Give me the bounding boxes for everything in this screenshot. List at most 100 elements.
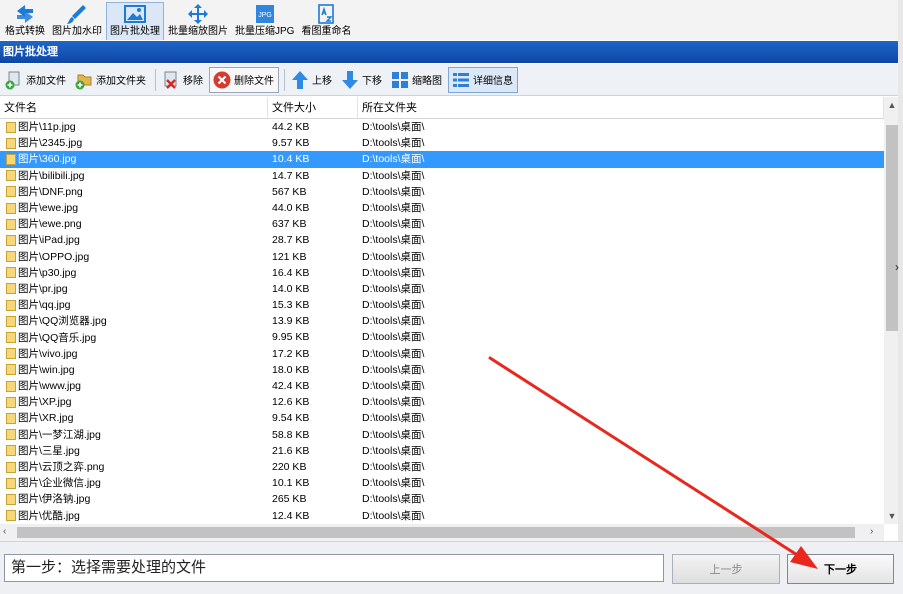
column-header-filename[interactable]: 文件名 xyxy=(0,97,268,119)
folder-cell: D:\tools\桌面\ xyxy=(362,444,425,457)
table-row[interactable]: 图片\ewe.jpg 44.0 KB D:\tools\桌面\ xyxy=(0,200,884,216)
horizontal-scrollbar[interactable]: ‹ › xyxy=(0,524,884,541)
thumbnail-label: 缩略图 xyxy=(412,76,442,87)
file-size-cell: 21.6 KB xyxy=(272,444,310,457)
jpg-badge: JPG xyxy=(258,12,272,19)
tool-label: 批量压缩JPG xyxy=(235,26,295,37)
add-file-button[interactable]: 添加文件 xyxy=(2,67,70,93)
file-size-cell: 15.3 KB xyxy=(272,299,310,312)
table-row[interactable]: 图片\云顶之弈.png 220 KB D:\tools\桌面\ xyxy=(0,459,884,475)
details-view-button[interactable]: 详细信息 xyxy=(448,66,518,93)
image-file-icon xyxy=(6,332,16,344)
tool-format-convert[interactable]: 格式转换 xyxy=(2,2,48,40)
grid-icon xyxy=(392,71,408,88)
file-name-cell: 图片\pr.jpg xyxy=(0,281,268,297)
column-header-row: 文件名 文件大小 所在文件夹 xyxy=(0,97,884,119)
move-down-button[interactable]: 下移 xyxy=(338,67,386,93)
file-name-cell: 图片\QQ浏览器.jpg xyxy=(0,313,268,329)
file-size-cell: 10.4 KB xyxy=(272,153,310,166)
table-row[interactable]: 图片\QQ音乐.jpg 9.95 KB D:\tools\桌面\ xyxy=(0,329,884,345)
file-size-cell: 28.7 KB xyxy=(272,234,310,247)
previous-step-button[interactable]: 上一步 xyxy=(672,554,780,584)
arrow-up-icon xyxy=(292,70,308,89)
file-size-cell: 9.95 KB xyxy=(272,331,310,344)
table-row[interactable]: 图片\11p.jpg 44.2 KB D:\tools\桌面\ xyxy=(0,119,884,135)
folder-cell: D:\tools\桌面\ xyxy=(362,299,425,312)
table-row[interactable]: 图片\XR.jpg 9.54 KB D:\tools\桌面\ xyxy=(0,410,884,426)
file-name: 图片\iPad.jpg xyxy=(18,234,80,247)
horizontal-scroll-thumb[interactable] xyxy=(17,527,855,538)
thumbnail-view-button[interactable]: 缩略图 xyxy=(388,67,446,93)
file-name-cell: 图片\一梦江湖.jpg xyxy=(0,427,268,443)
file-name: 图片\bilibili.jpg xyxy=(18,169,85,182)
folder-cell: D:\tools\桌面\ xyxy=(362,201,425,214)
tool-watermark[interactable]: 图片加水印 xyxy=(49,2,105,40)
table-row[interactable]: 图片\win.jpg 18.0 KB D:\tools\桌面\ xyxy=(0,362,884,378)
file-size-cell: 265 KB xyxy=(272,493,307,506)
file-name: 图片\DNF.png xyxy=(18,185,83,198)
file-name: 图片\XP.jpg xyxy=(18,396,72,409)
image-icon xyxy=(124,5,146,23)
scroll-left-icon[interactable]: ‹ xyxy=(3,526,6,537)
image-file-icon xyxy=(6,218,16,230)
file-name-cell: 图片\vivo.jpg xyxy=(0,346,268,362)
table-row[interactable]: 图片\vivo.jpg 17.2 KB D:\tools\桌面\ xyxy=(0,346,884,362)
table-row[interactable]: 图片\企业微信.jpg 10.1 KB D:\tools\桌面\ xyxy=(0,475,884,491)
image-file-icon xyxy=(6,396,16,408)
table-row[interactable]: 图片\p30.jpg 16.4 KB D:\tools\桌面\ xyxy=(0,265,884,281)
tool-rename[interactable]: 看图重命名 xyxy=(298,2,354,40)
table-row[interactable]: 图片\QQ浏览器.jpg 13.9 KB D:\tools\桌面\ xyxy=(0,313,884,329)
file-name-cell: 图片\win.jpg xyxy=(0,362,268,378)
table-row[interactable]: 图片\优酷.jpg 12.4 KB D:\tools\桌面\ xyxy=(0,508,884,524)
folder-cell: D:\tools\桌面\ xyxy=(362,218,425,231)
next-step-button[interactable]: 下一步 xyxy=(787,554,894,584)
column-header-filesize[interactable]: 文件大小 xyxy=(268,97,358,119)
wizard-footer: 第一步：选择需要处理的文件 上一步 下一步 xyxy=(0,541,903,594)
move-up-button[interactable]: 上移 xyxy=(288,67,336,93)
table-row[interactable]: 图片\ewe.png 637 KB D:\tools\桌面\ xyxy=(0,216,884,232)
image-file-icon xyxy=(6,315,16,327)
window-title: 图片批处理 xyxy=(0,41,903,63)
table-row[interactable]: 图片\iPad.jpg 28.7 KB D:\tools\桌面\ xyxy=(0,232,884,248)
table-row[interactable]: 图片\www.jpg 42.4 KB D:\tools\桌面\ xyxy=(0,378,884,394)
tool-batch-resize[interactable]: 批量缩放图片 xyxy=(165,2,231,40)
table-row[interactable]: 图片\三星.jpg 21.6 KB D:\tools\桌面\ xyxy=(0,443,884,459)
tool-batch-process[interactable]: 图片批处理 xyxy=(106,2,164,40)
delete-file-button[interactable]: 删除文件 xyxy=(209,66,279,93)
image-file-icon xyxy=(6,202,16,214)
table-row[interactable]: 图片\2345.jpg 9.57 KB D:\tools\桌面\ xyxy=(0,135,884,151)
table-row[interactable]: 图片\伊洛钠.jpg 265 KB D:\tools\桌面\ xyxy=(0,491,884,507)
file-list: 文件名 文件大小 所在文件夹 图片\11p.jpg 44.2 KB D:\tools… xyxy=(0,97,903,541)
folder-cell: D:\tools\桌面\ xyxy=(362,137,425,150)
file-name: 图片\优酷.jpg xyxy=(18,509,80,522)
table-row[interactable]: 图片\DNF.png 567 KB D:\tools\桌面\ xyxy=(0,184,884,200)
table-row[interactable]: 图片\一梦江湖.jpg 58.8 KB D:\tools\桌面\ xyxy=(0,427,884,443)
image-file-icon xyxy=(6,137,16,149)
file-name-cell: 图片\XR.jpg xyxy=(0,410,268,426)
image-file-icon xyxy=(6,461,16,473)
scroll-right-icon[interactable]: › xyxy=(870,526,873,537)
window-edge xyxy=(898,0,903,594)
table-row[interactable]: 图片\bilibili.jpg 14.7 KB D:\tools\桌面\ xyxy=(0,168,884,184)
folder-cell: D:\tools\桌面\ xyxy=(362,153,425,166)
tool-compress-jpg[interactable]: JPG 批量压缩JPG xyxy=(232,2,297,40)
table-row[interactable]: 图片\360.jpg 10.4 KB D:\tools\桌面\ xyxy=(0,151,884,168)
add-folder-button[interactable]: 添加文件夹 xyxy=(72,67,150,93)
scroll-thumb[interactable] xyxy=(886,125,898,331)
table-row[interactable]: 图片\XP.jpg 12.6 KB D:\tools\桌面\ xyxy=(0,394,884,410)
table-row[interactable]: 图片\OPPO.jpg 121 KB D:\tools\桌面\ xyxy=(0,249,884,265)
table-row[interactable]: 图片\qq.jpg 15.3 KB D:\tools\桌面\ xyxy=(0,297,884,313)
column-header-folder[interactable]: 所在文件夹 xyxy=(358,97,884,119)
remove-button[interactable]: 移除 xyxy=(159,67,207,93)
remove-icon xyxy=(164,71,177,89)
table-row[interactable]: 图片\pr.jpg 14.0 KB D:\tools\桌面\ xyxy=(0,281,884,297)
file-name: 图片\云顶之弈.png xyxy=(18,461,105,474)
brush-icon xyxy=(67,5,86,24)
image-file-icon xyxy=(6,412,16,424)
folder-cell: D:\tools\桌面\ xyxy=(362,396,425,409)
image-file-icon xyxy=(6,445,16,457)
image-file-icon xyxy=(6,121,16,133)
delete-circle-icon xyxy=(213,71,231,88)
file-size-cell: 567 KB xyxy=(272,185,307,198)
file-name-cell: 图片\bilibili.jpg xyxy=(0,168,268,184)
